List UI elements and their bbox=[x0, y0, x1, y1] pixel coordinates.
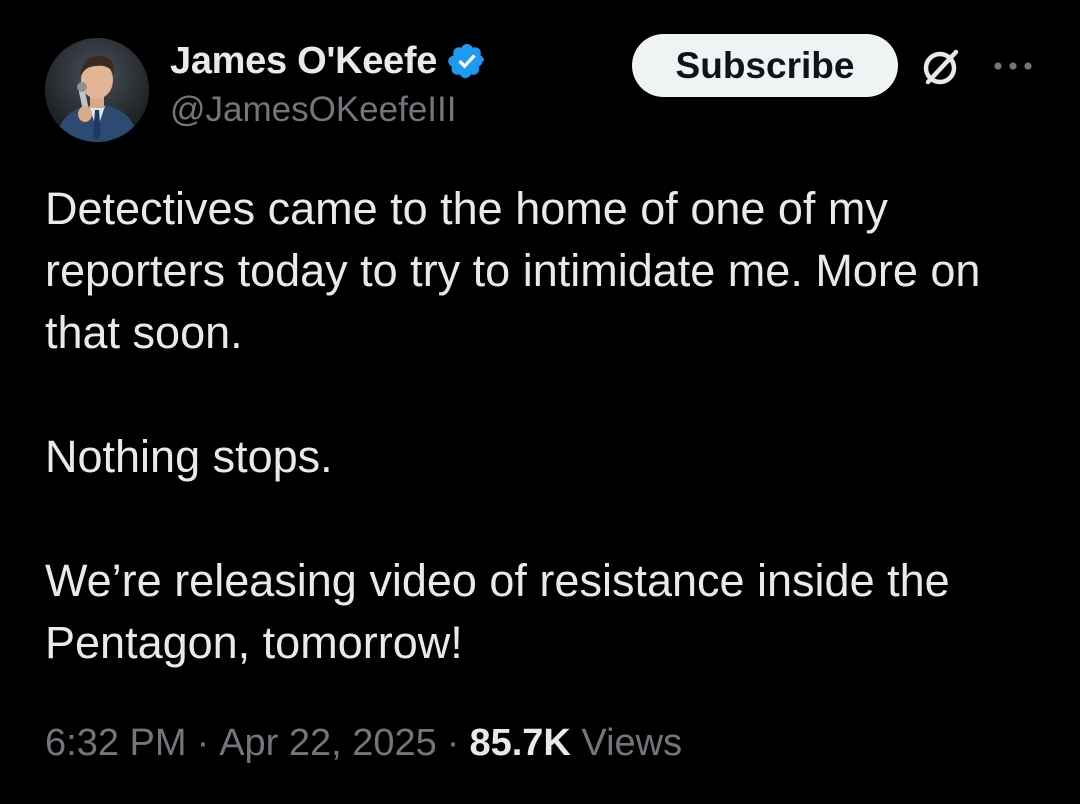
meta-separator: · bbox=[446, 722, 460, 764]
tweet-meta: 6:32 PM · Apr 22, 2025 · 85.7K Views bbox=[45, 722, 682, 765]
meta-separator: · bbox=[196, 722, 210, 764]
author-identity: James O'Keefe @JamesOKeefeIII bbox=[170, 38, 610, 130]
tweet-date[interactable]: Apr 22, 2025 bbox=[219, 722, 437, 764]
grok-icon[interactable] bbox=[918, 44, 964, 90]
author-handle[interactable]: @JamesOKeefeIII bbox=[170, 90, 610, 130]
avatar-image bbox=[45, 38, 149, 142]
views-count[interactable]: 85.7K bbox=[469, 722, 570, 764]
verified-badge-icon[interactable] bbox=[447, 41, 487, 81]
tweet-paragraph: Nothing stops. bbox=[45, 431, 333, 482]
more-options-icon[interactable] bbox=[992, 56, 1034, 76]
tweet-paragraph: We’re releasing video of resistance insi… bbox=[45, 555, 950, 668]
tweet-text: Detectives came to the home of one of my… bbox=[45, 178, 1055, 674]
subscribe-button[interactable]: Subscribe bbox=[632, 34, 898, 97]
tweet-post: James O'Keefe @JamesOKeefeIII Subscribe … bbox=[0, 0, 1080, 804]
avatar[interactable] bbox=[45, 38, 149, 142]
tweet-time[interactable]: 6:32 PM bbox=[45, 722, 187, 764]
views-label[interactable]: Views bbox=[581, 722, 682, 764]
tweet-paragraph: Detectives came to the home of one of my… bbox=[45, 183, 981, 358]
author-display-name[interactable]: James O'Keefe bbox=[170, 40, 437, 83]
name-row: James O'Keefe bbox=[170, 38, 610, 84]
